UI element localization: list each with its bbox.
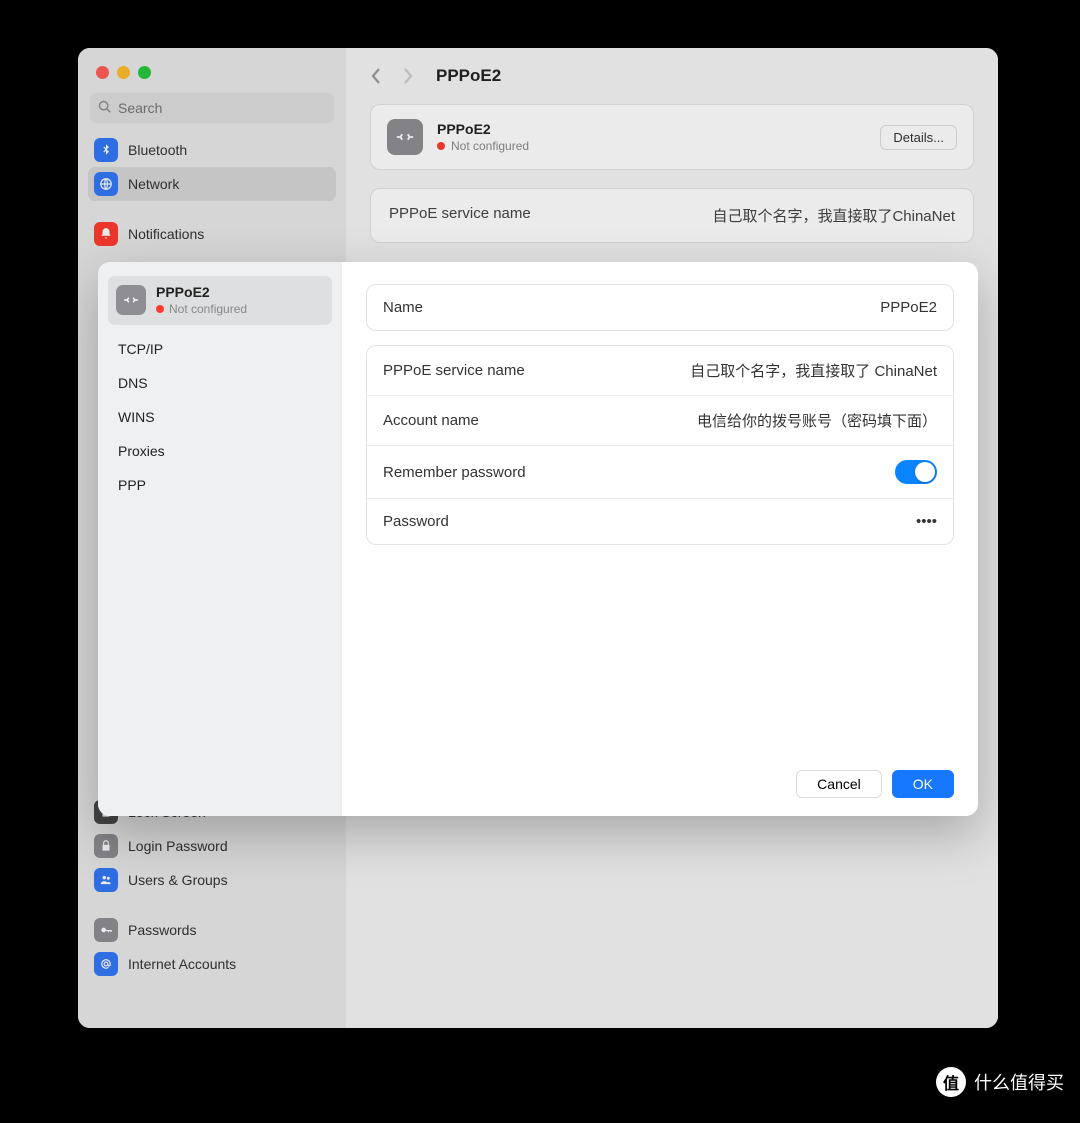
form-row-service-name: PPPoE service name 自己取个名字，我直接取了 ChinaNet bbox=[367, 346, 953, 396]
service-name-input[interactable]: 自己取个名字，我直接取了 ChinaNet bbox=[690, 360, 937, 381]
sheet-tab-tcpip[interactable]: TCP/IP bbox=[108, 333, 332, 365]
sheet-tab-dns[interactable]: DNS bbox=[108, 367, 332, 399]
cancel-button[interactable]: Cancel bbox=[796, 770, 882, 798]
sheet-tab-wins[interactable]: WINS bbox=[108, 401, 332, 433]
watermark-text: 什么值得买 bbox=[974, 1069, 1064, 1095]
sheet-main: Name PPPoE2 PPPoE service name 自己取个名字，我直… bbox=[342, 262, 978, 816]
password-label: Password bbox=[383, 513, 449, 530]
sheet-interface-name: PPPoE2 bbox=[156, 284, 247, 302]
sheet-interface-status: Not configured bbox=[156, 302, 247, 317]
details-sheet: PPPoE2 Not configured TCP/IP DNS WINS Pr… bbox=[98, 262, 978, 816]
watermark-badge-icon: 值 bbox=[936, 1067, 966, 1097]
service-name-label: PPPoE service name bbox=[383, 362, 525, 379]
form-row-remember-password: Remember password bbox=[367, 446, 953, 499]
form-row-password: Password •••• bbox=[367, 499, 953, 544]
ok-button[interactable]: OK bbox=[892, 770, 954, 798]
form-row-account-name: Account name 电信给你的拨号账号（密码填下面） bbox=[367, 396, 953, 446]
sheet-footer: Cancel OK bbox=[366, 770, 954, 798]
sheet-tab-proxies[interactable]: Proxies bbox=[108, 435, 332, 467]
status-dot-icon bbox=[156, 305, 164, 313]
account-name-label: Account name bbox=[383, 412, 479, 429]
form-name-card: Name PPPoE2 bbox=[366, 284, 954, 331]
sheet-sidebar-header[interactable]: PPPoE2 Not configured bbox=[108, 276, 332, 325]
form-row-name: Name PPPoE2 bbox=[367, 285, 953, 330]
remember-password-label: Remember password bbox=[383, 464, 526, 481]
form-pppoe-card: PPPoE service name 自己取个名字，我直接取了 ChinaNet… bbox=[366, 345, 954, 545]
sheet-tab-ppp[interactable]: PPP bbox=[108, 469, 332, 501]
sheet-sidebar: PPPoE2 Not configured TCP/IP DNS WINS Pr… bbox=[98, 262, 342, 816]
name-value[interactable]: PPPoE2 bbox=[880, 299, 937, 316]
pppoe-icon bbox=[116, 285, 146, 315]
name-label: Name bbox=[383, 299, 423, 316]
watermark: 值 什么值得买 bbox=[936, 1067, 1064, 1097]
password-input[interactable]: •••• bbox=[916, 513, 937, 530]
remember-password-toggle[interactable] bbox=[895, 460, 937, 484]
account-name-input[interactable]: 电信给你的拨号账号（密码填下面） bbox=[697, 410, 937, 431]
